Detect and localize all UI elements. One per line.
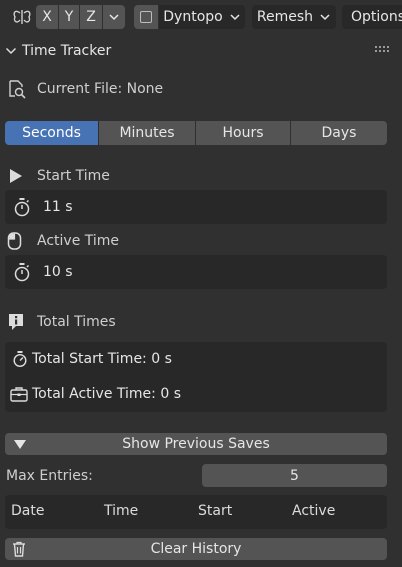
max-entries-label: Max Entries: xyxy=(6,468,93,484)
current-file-label: Current File: None xyxy=(37,81,164,97)
timer-icon xyxy=(13,351,27,368)
panel-title: Time Tracker xyxy=(22,43,112,59)
start-time-header: Start Time xyxy=(8,165,110,187)
file-search-icon xyxy=(9,80,26,99)
symmetry-icon[interactable] xyxy=(11,7,33,27)
options-label: Options xyxy=(351,9,402,25)
drag-handle-icon[interactable] xyxy=(375,46,391,54)
show-previous-saves-label: Show Previous Saves xyxy=(122,436,270,452)
tab-hours-label: Hours xyxy=(222,125,264,141)
active-time-box: 10 s xyxy=(5,255,387,289)
chevron-down-icon xyxy=(320,14,330,21)
tab-minutes-label: Minutes xyxy=(119,125,175,141)
tab-days[interactable]: Days xyxy=(291,121,387,145)
options-dropdown[interactable]: Options xyxy=(342,5,402,29)
clear-history-button[interactable]: Clear History xyxy=(5,538,387,560)
tab-minutes[interactable]: Minutes xyxy=(99,121,195,145)
chevron-down-icon xyxy=(230,14,240,21)
remesh-label: Remesh xyxy=(256,9,314,25)
column-time: Time xyxy=(104,503,139,519)
triangle-down-icon xyxy=(14,440,26,449)
mirror-y-toggle[interactable]: Y xyxy=(59,5,79,29)
dyntopo-dropdown[interactable]: Dyntopo xyxy=(159,5,245,29)
start-time-value: 11 s xyxy=(43,199,73,215)
show-previous-saves-button[interactable]: Show Previous Saves xyxy=(5,433,387,455)
tab-hours[interactable]: Hours xyxy=(196,121,290,145)
active-time-header: Active Time xyxy=(7,230,119,252)
mirror-options-dropdown[interactable] xyxy=(103,5,125,29)
column-date: Date xyxy=(11,503,45,519)
chevron-down-icon xyxy=(109,14,119,21)
briefcase-icon xyxy=(10,387,28,402)
dyntopo-label: Dyntopo xyxy=(163,9,223,25)
time-tracker-panel-header[interactable]: Time Tracker xyxy=(0,38,402,64)
column-active: Active xyxy=(292,503,336,519)
mirror-x-label: X xyxy=(42,9,52,25)
start-time-label: Start Time xyxy=(37,168,110,184)
history-table-header: Date Time Start Active xyxy=(5,495,387,529)
clear-history-label: Clear History xyxy=(150,541,242,557)
max-entries-value: 5 xyxy=(290,467,299,484)
stopwatch-icon xyxy=(14,198,30,217)
max-entries-field[interactable]: 5 xyxy=(202,464,387,487)
total-active-time: Total Active Time: 0 s xyxy=(32,386,181,402)
active-time-value: 10 s xyxy=(43,264,73,280)
total-times-header: Total Times xyxy=(7,311,116,333)
max-entries-row: Max Entries: xyxy=(6,465,93,487)
mirror-z-toggle[interactable]: Z xyxy=(80,5,102,29)
start-time-box: 11 s xyxy=(5,190,387,224)
total-start-time: Total Start Time: 0 s xyxy=(32,351,172,367)
tab-seconds[interactable]: Seconds xyxy=(5,121,98,145)
info-icon xyxy=(9,314,23,330)
tab-seconds-label: Seconds xyxy=(22,125,81,141)
current-file-row: Current File: None xyxy=(7,78,163,100)
remesh-dropdown[interactable]: Remesh xyxy=(252,5,336,29)
dyntopo-checkbox[interactable] xyxy=(134,5,158,29)
mirror-y-label: Y xyxy=(64,9,74,25)
mirror-x-toggle[interactable]: X xyxy=(36,5,58,29)
mouse-icon xyxy=(7,232,22,250)
header-toolbar: X Y Z Dyntopo Remesh Options xyxy=(0,0,402,34)
active-time-label: Active Time xyxy=(37,233,120,249)
trash-icon xyxy=(13,541,25,557)
play-icon xyxy=(10,169,22,183)
checkbox-icon xyxy=(140,11,152,23)
stopwatch-icon xyxy=(14,263,30,282)
tab-days-label: Days xyxy=(321,125,357,141)
total-times-box: Total Start Time: 0 s Total Active Time:… xyxy=(5,342,387,412)
column-start: Start xyxy=(198,503,233,519)
total-times-label: Total Times xyxy=(37,314,116,330)
mirror-z-label: Z xyxy=(86,9,96,25)
chevron-down-icon xyxy=(5,47,17,55)
